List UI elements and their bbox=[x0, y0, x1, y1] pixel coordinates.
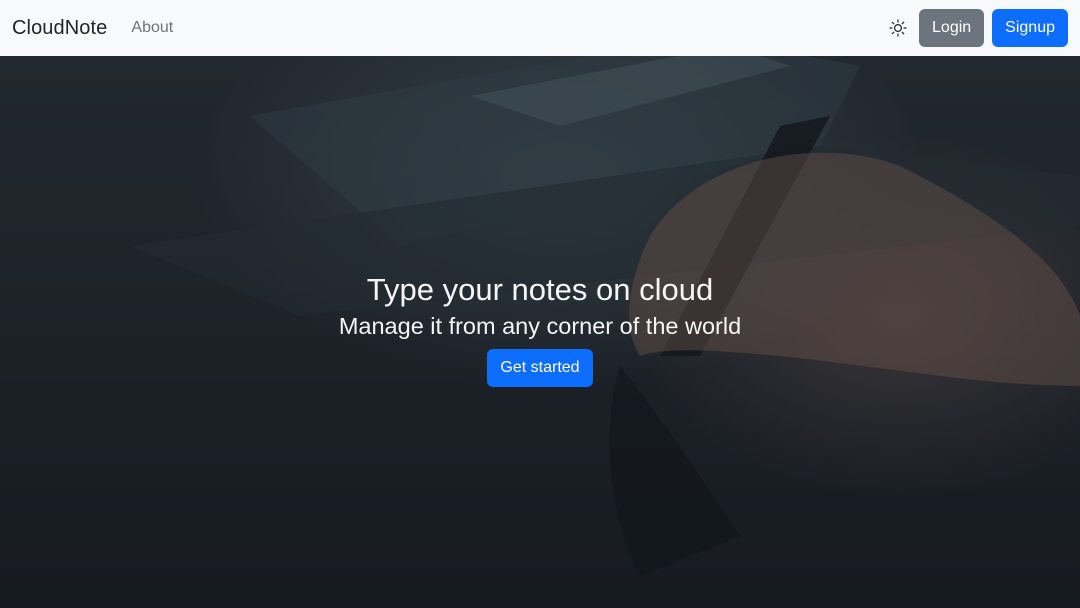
nav-link-about[interactable]: About bbox=[131, 19, 173, 37]
sun-icon[interactable] bbox=[886, 16, 910, 40]
navbar: CloudNote About Login Signup bbox=[0, 0, 1080, 56]
signup-button[interactable]: Signup bbox=[992, 9, 1068, 47]
login-button[interactable]: Login bbox=[919, 9, 985, 47]
brand-logo[interactable]: CloudNote bbox=[12, 17, 107, 40]
navbar-actions: Login Signup bbox=[886, 9, 1068, 47]
hero-subtitle: Manage it from any corner of the world bbox=[338, 313, 742, 340]
sun-icon-graphic bbox=[889, 19, 907, 37]
hero-section: Type your notes on cloud Manage it from … bbox=[0, 56, 1080, 608]
hero-content: Type your notes on cloud Manage it from … bbox=[0, 271, 1080, 388]
get-started-button[interactable]: Get started bbox=[487, 349, 593, 388]
hero-title: Type your notes on cloud bbox=[366, 272, 714, 307]
